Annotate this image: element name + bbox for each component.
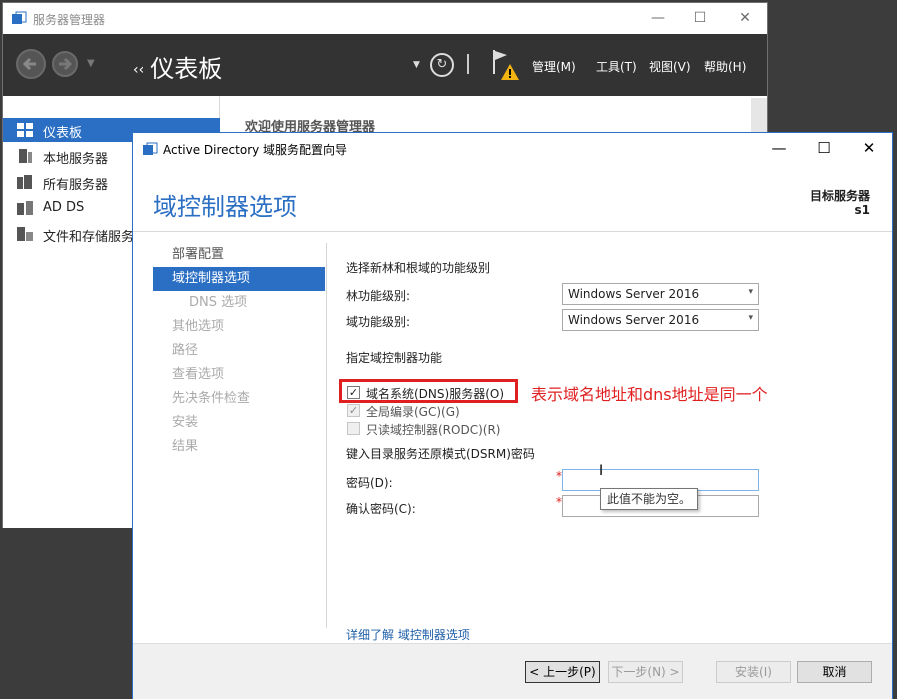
forest-level-select[interactable]: Windows Server 2016 ▾ <box>562 283 759 305</box>
red-highlight-box <box>339 379 518 403</box>
breadcrumb: ‹‹ 仪表板 <box>133 49 222 84</box>
wizard-titlebar: Active Directory 域服务配置向导 — ☐ ✕ <box>133 133 892 163</box>
chevron-down-icon: ▾ <box>748 287 753 297</box>
server-manager-icon <box>12 11 27 24</box>
servers-icon <box>17 175 32 189</box>
ad-ds-icon <box>17 201 33 215</box>
rodc-label: 只读域控制器(RODC)(R) <box>366 423 501 437</box>
close-icon[interactable]: ✕ <box>854 137 884 159</box>
sm-titlebar: 服务器管理器 — ☐ ✕ <box>3 3 767 33</box>
forward-button[interactable] <box>52 51 78 77</box>
global-catalog-label: 全局编录(GC)(G) <box>366 405 460 419</box>
steps-divider <box>326 243 327 628</box>
refresh-button[interactable]: ↻ <box>430 53 454 77</box>
sm-window-title: 服务器管理器 <box>33 13 106 27</box>
password-label: 密码(D): <box>346 476 393 490</box>
forest-level-value: Windows Server 2016 <box>568 287 700 301</box>
header-divider <box>133 231 892 232</box>
wizard-app-icon <box>143 142 158 155</box>
menu-manage[interactable]: 管理(M) <box>532 58 576 75</box>
validation-tooltip: 此值不能为空。 <box>600 488 699 510</box>
step-dns-options: DNS 选项 <box>189 295 248 310</box>
sidebar-item-label: 所有服务器 <box>43 178 109 193</box>
ad-ds-wizard-dialog: Active Directory 域服务配置向导 — ☐ ✕ 域控制器选项 目标… <box>132 132 893 699</box>
back-button[interactable] <box>16 49 46 79</box>
notifications-flag-icon[interactable] <box>489 48 521 82</box>
annotation-text: 表示域名地址和dns地址是同一个 <box>531 385 768 404</box>
domain-level-value: Windows Server 2016 <box>568 313 700 327</box>
refresh-icon: ↻ <box>436 57 448 72</box>
target-server-value: s1 <box>854 203 871 217</box>
forest-level-label: 林功能级别: <box>346 289 411 303</box>
install-button[interactable]: 安装(I) <box>716 661 791 683</box>
back-arrow-icon <box>22 57 36 71</box>
step-paths: 路径 <box>172 343 199 358</box>
confirm-password-label: 确认密码(C): <box>346 502 416 516</box>
domain-level-label: 域功能级别: <box>346 315 411 329</box>
page-title: 仪表板 <box>150 55 223 83</box>
step-review-options: 查看选项 <box>172 367 225 382</box>
minimize-icon[interactable]: — <box>643 7 673 29</box>
sm-header: ▼ ‹‹ 仪表板 ▼ ↻ 管理(M) 工具(T) 视图(V) 帮助(H) <box>3 34 767 96</box>
maximize-icon[interactable]: ☐ <box>685 7 715 29</box>
rodc-checkbox[interactable] <box>347 422 360 435</box>
menu-view[interactable]: 视图(V) <box>649 58 691 75</box>
sidebar-item-label: 仪表板 <box>43 126 83 141</box>
step-results: 结果 <box>172 439 199 454</box>
wizard-footer: < 上一步(P) 下一步(N) > 安装(I) 取消 <box>133 643 892 699</box>
step-additional-options: 其他选项 <box>172 319 225 334</box>
dsrm-heading: 键入目录服务还原模式(DSRM)密码 <box>346 447 535 461</box>
minimize-icon[interactable]: — <box>764 137 794 159</box>
chevron-down-icon: ▾ <box>748 313 753 323</box>
menu-help[interactable]: 帮助(H) <box>704 58 746 75</box>
maximize-icon[interactable]: ☐ <box>809 137 839 159</box>
wizard-title: Active Directory 域服务配置向导 <box>163 143 348 157</box>
text-cursor-icon: I <box>599 463 604 479</box>
cancel-button[interactable]: 取消 <box>797 661 872 683</box>
step-installation: 安装 <box>172 415 199 430</box>
sidebar-item-label: 本地服务器 <box>43 152 109 167</box>
domain-level-select[interactable]: Windows Server 2016 ▾ <box>562 309 759 331</box>
step-dc-options[interactable]: 域控制器选项 <box>153 267 325 291</box>
server-icon <box>19 149 32 163</box>
refresh-dropdown-icon[interactable]: ▼ <box>413 60 420 70</box>
history-dropdown-icon[interactable]: ▼ <box>87 58 95 69</box>
forward-arrow-icon <box>59 57 73 71</box>
file-storage-icon <box>17 227 33 241</box>
sidebar-item-label: AD DS <box>43 200 85 215</box>
capabilities-heading: 指定域控制器功能 <box>346 351 443 365</box>
more-about-dc-options-link[interactable]: 详细了解 域控制器选项 <box>346 626 470 643</box>
menu-tools[interactable]: 工具(T) <box>596 58 637 75</box>
wizard-content: 选择新林和根域的功能级别 林功能级别: Windows Server 2016 … <box>339 253 876 653</box>
breadcrumb-arrows-icon: ‹‹ <box>133 62 145 78</box>
close-icon[interactable]: ✕ <box>730 7 760 29</box>
page-heading: 域控制器选项 <box>153 193 297 221</box>
target-server-label: 目标服务器 <box>809 189 870 203</box>
dashboard-icon <box>17 123 33 137</box>
toolbar-separator <box>467 54 469 74</box>
sidebar-item-label: 文件和存储服务 <box>43 230 135 245</box>
functional-level-heading: 选择新林和根域的功能级别 <box>346 261 491 275</box>
step-deployment-config[interactable]: 部署配置 <box>153 243 325 267</box>
previous-button[interactable]: < 上一步(P) <box>525 661 600 683</box>
global-catalog-checkbox: ✓ <box>347 404 360 417</box>
next-button[interactable]: 下一步(N) > <box>608 661 683 683</box>
step-prerequisites-check: 先决条件检查 <box>172 391 251 406</box>
